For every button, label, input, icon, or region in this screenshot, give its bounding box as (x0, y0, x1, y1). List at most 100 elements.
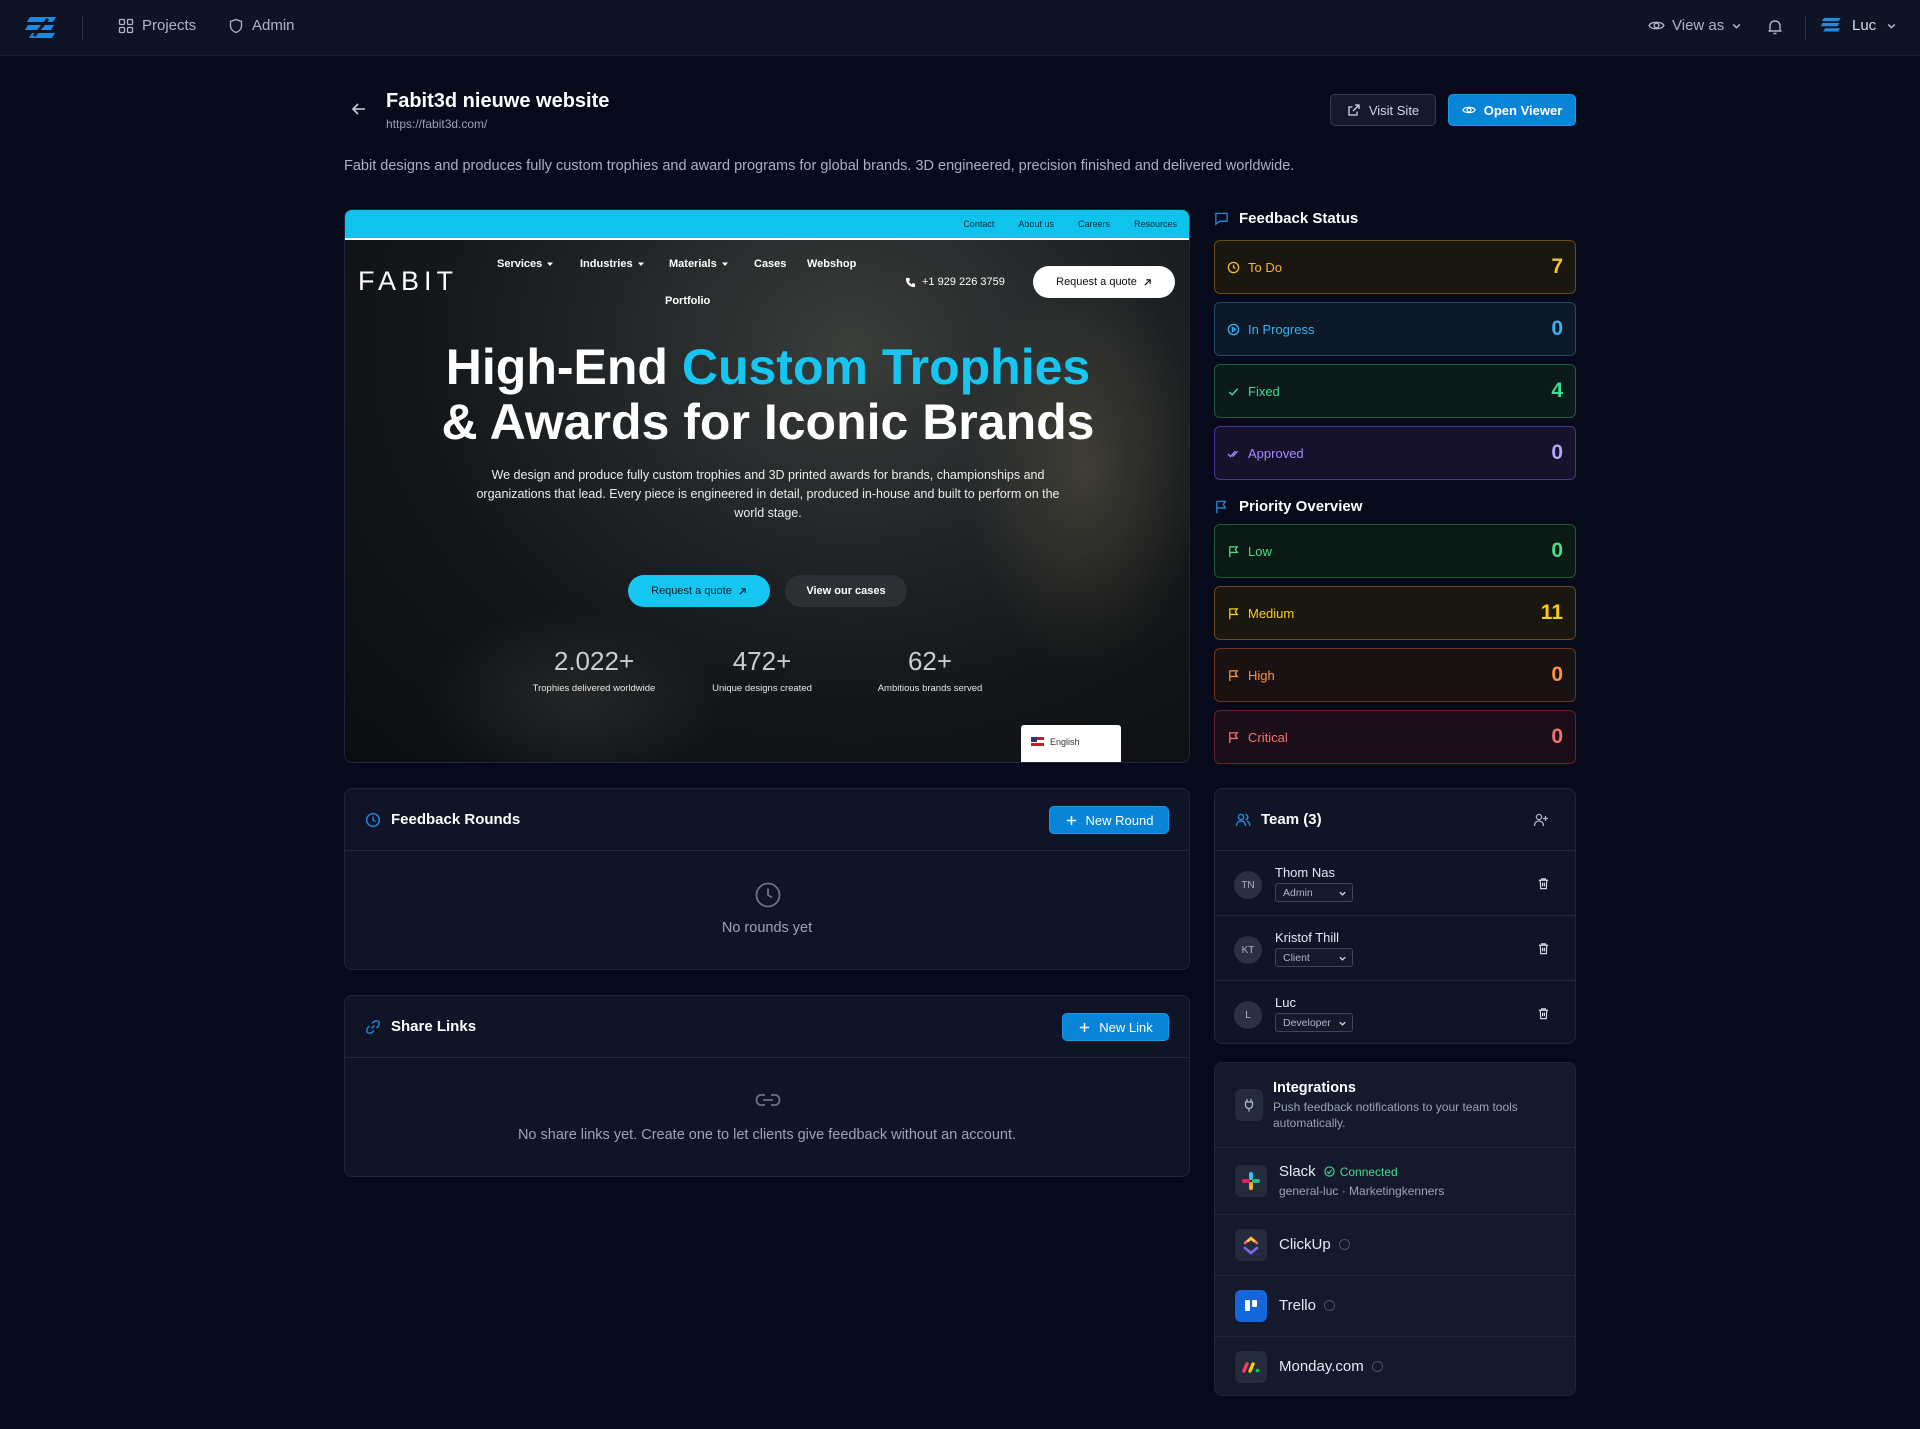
status-label: To Do (1227, 260, 1282, 275)
status-label: Approved (1227, 446, 1304, 461)
preview-top-links: Contact About us Careers Resources (345, 210, 1189, 238)
clock-icon (755, 882, 781, 908)
arrow-up-right-icon (739, 587, 746, 595)
preview-cta-request-quote[interactable]: Request a quote (628, 575, 770, 607)
empty-rounds-text: No rounds yet (721, 920, 813, 936)
priority-card-medium[interactable]: Medium 11 (1214, 586, 1576, 640)
priority-label: Critical (1227, 730, 1288, 745)
status-label-text: Fixed (1248, 383, 1280, 399)
preview-link-resources[interactable]: Resources (1134, 219, 1177, 229)
panel-title: Share Links (365, 1018, 476, 1035)
preview-link-about[interactable]: About us (1018, 219, 1054, 229)
team-member-row: TN Thom Nas Admin (1215, 851, 1575, 916)
preview-logo[interactable]: FABIT (358, 266, 458, 297)
preview-menu-cases[interactable]: Cases (754, 258, 786, 270)
preview-language-label: English (1050, 737, 1080, 747)
trello-icon (1235, 1290, 1267, 1322)
preview-stat-value: 472+ (732, 646, 792, 676)
app-logo-icon[interactable] (24, 14, 58, 42)
open-viewer-button[interactable]: Open Viewer (1448, 94, 1576, 126)
preview-stat: 2.022+ Trophies delivered worldwide (509, 646, 679, 694)
panel-header: Feedback Rounds New Round (345, 789, 1189, 851)
status-card-todo[interactable]: To Do 7 (1214, 240, 1576, 294)
trash-icon[interactable] (1537, 942, 1550, 955)
user-menu[interactable]: Luc (1820, 15, 1897, 35)
preview-menu-portfolio[interactable]: Portfolio (665, 295, 710, 307)
disconnected-indicator (1338, 1239, 1350, 1250)
integration-row-monday[interactable]: Monday.com (1215, 1336, 1575, 1397)
preview-stat: 62+ Ambitious brands served (845, 646, 1015, 694)
preview-stat-label: Trophies delivered worldwide (532, 683, 656, 694)
check-icon (1228, 387, 1239, 396)
bell-icon[interactable] (1766, 18, 1784, 36)
play-circle-icon (1227, 323, 1240, 335)
role-value: Admin (1283, 886, 1313, 899)
role-select[interactable]: Developer (1275, 1013, 1353, 1032)
role-select[interactable]: Client (1275, 948, 1353, 967)
status-card-in-progress[interactable]: In Progress 0 (1214, 302, 1576, 356)
preview-request-quote-button[interactable]: Request a quote (1033, 266, 1175, 298)
caret-down-icon (721, 262, 728, 266)
visit-site-label: Visit Site (1368, 102, 1420, 118)
visit-site-button[interactable]: Visit Site (1330, 94, 1436, 126)
preview-cta-view-cases[interactable]: View our cases (785, 575, 907, 607)
preview-link-contact[interactable]: Contact (963, 219, 994, 229)
preview-link-careers[interactable]: Careers (1078, 219, 1110, 229)
topbar-divider (82, 16, 83, 40)
empty-links-text: No share links yet. Create one to let cl… (517, 1127, 1017, 1143)
status-label: Fixed (1227, 384, 1280, 399)
integrations-subtitle: Push feedback notifications to your team… (1273, 1100, 1518, 1130)
integration-row-slack[interactable]: Slack Connected general-luc · Marketingk… (1215, 1147, 1575, 1214)
role-value: Client (1283, 951, 1310, 964)
preview-phone[interactable]: +1 929 226 3759 (905, 276, 1005, 288)
trash-icon[interactable] (1537, 877, 1550, 890)
link-icon (366, 1019, 380, 1034)
view-as-dropdown[interactable]: View as (1648, 17, 1742, 34)
trash-icon[interactable] (1537, 1007, 1550, 1020)
flag-icon (1216, 500, 1227, 514)
priority-count: 0 (1551, 663, 1563, 686)
priority-count: 0 (1551, 539, 1563, 562)
status-card-approved[interactable]: Approved 0 (1214, 426, 1576, 480)
preview-menu-label: Portfolio (665, 295, 711, 307)
team-member-row: KT Kristof Thill Client (1215, 916, 1575, 981)
integration-name-text: Trello (1279, 1297, 1316, 1314)
new-round-label: New Round (1085, 812, 1154, 828)
website-preview[interactable]: Contact About us Careers Resources FABIT… (344, 209, 1190, 763)
new-link-label: New Link (1099, 1019, 1153, 1035)
caret-down-icon (547, 262, 554, 266)
plug-icon (1244, 1099, 1254, 1112)
team-member-row: L Luc Developer (1215, 981, 1575, 1046)
preview-menu-webshop[interactable]: Webshop (807, 258, 856, 270)
integration-row-clickup[interactable]: ClickUp (1215, 1214, 1575, 1275)
priority-card-low[interactable]: Low 0 (1214, 524, 1576, 578)
preview-menu-services[interactable]: Services (497, 258, 554, 270)
priority-card-high[interactable]: High 0 (1214, 648, 1576, 702)
integration-name: Monday.com (1279, 1358, 1383, 1375)
new-link-button[interactable]: New Link (1062, 1013, 1169, 1041)
integration-row-trello[interactable]: Trello (1215, 1275, 1575, 1336)
preview-request-quote-label: Request a quote (1056, 276, 1137, 288)
add-user-icon[interactable] (1533, 812, 1549, 828)
nav-projects[interactable]: Projects (118, 17, 196, 34)
status-count: 0 (1551, 441, 1563, 464)
nav-admin[interactable]: Admin (228, 17, 295, 34)
shield-icon (229, 18, 243, 33)
priority-card-critical[interactable]: Critical 0 (1214, 710, 1576, 764)
integration-name: ClickUp (1279, 1236, 1350, 1253)
preview-menu-industries[interactable]: Industries (580, 258, 645, 270)
plus-icon (1080, 1022, 1090, 1032)
slack-status: Connected (1339, 1164, 1398, 1179)
arrow-left-icon[interactable] (350, 100, 368, 118)
preview-stat-label: Ambitious brands served (877, 683, 983, 694)
page-title: Fabit3d nieuwe website (386, 90, 610, 112)
preview-menu-label: Cases (754, 258, 787, 270)
new-round-button[interactable]: New Round (1049, 806, 1169, 834)
preview-language-switcher[interactable]: English (1021, 725, 1121, 762)
integrations-panel: Integrations Push feedback notifications… (1214, 1062, 1576, 1396)
status-card-fixed[interactable]: Fixed 4 (1214, 364, 1576, 418)
nav-projects-label: Projects (142, 17, 197, 34)
flag-icon (1229, 731, 1239, 743)
preview-menu-materials[interactable]: Materials (669, 258, 729, 270)
role-select[interactable]: Admin (1275, 883, 1353, 902)
